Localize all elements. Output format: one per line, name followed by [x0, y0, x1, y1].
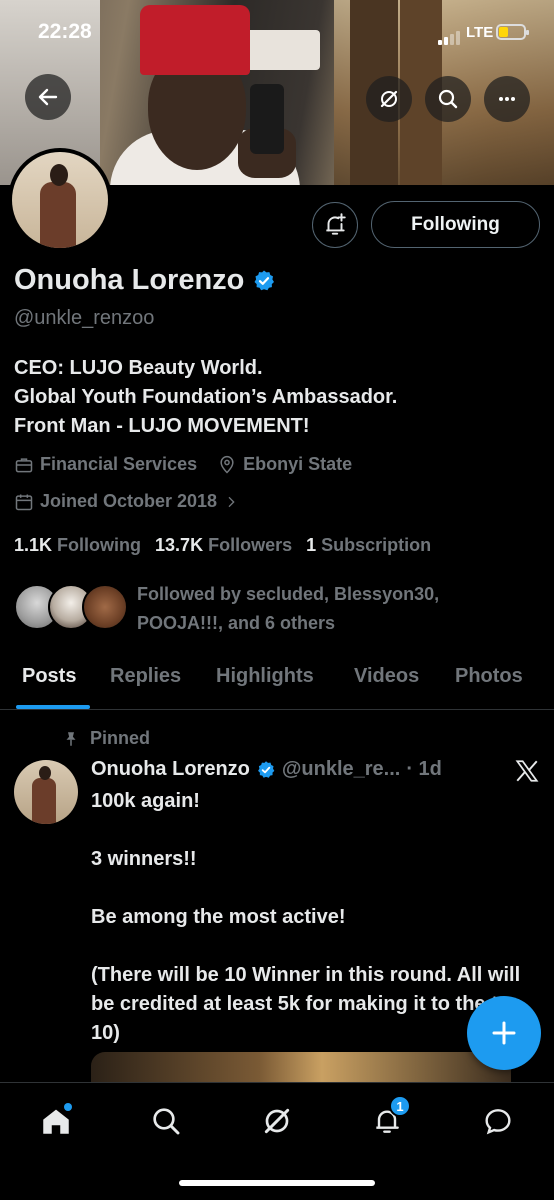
post-author-avatar[interactable]	[14, 760, 78, 824]
back-button[interactable]	[25, 74, 71, 120]
network-label: LTE	[466, 24, 494, 41]
subscriptions-stat[interactable]: 1 Subscription	[306, 535, 431, 556]
profile-joined: Joined October 2018	[40, 491, 218, 511]
profile-name-row: Onuoha Lorenzo	[14, 264, 276, 297]
nav-grok[interactable]	[257, 1101, 297, 1141]
battery-icon	[496, 24, 529, 40]
post-author-name[interactable]: Onuoha Lorenzo	[91, 758, 250, 781]
more-button[interactable]	[484, 76, 530, 122]
signal-icon	[438, 27, 462, 45]
chevron-right-icon	[228, 496, 235, 507]
profile-bio: CEO: LUJO Beauty World. Global Youth Fou…	[14, 354, 397, 441]
tab-videos[interactable]: Videos	[354, 665, 419, 688]
nav-notifications[interactable]: 1	[367, 1095, 411, 1141]
post-header: Onuoha Lorenzo @unkle_re... · 1d	[91, 758, 442, 781]
bio-line: CEO: LUJO Beauty World.	[14, 357, 263, 379]
verified-badge-icon	[257, 760, 275, 778]
bio-line: Front Man - LUJO MOVEMENT!	[14, 415, 310, 437]
active-tab-indicator	[16, 705, 90, 709]
more-icon	[499, 97, 515, 101]
grok-icon	[380, 90, 398, 108]
status-time: 22:28	[38, 20, 92, 43]
plus-icon	[492, 1021, 516, 1045]
followed-by-text[interactable]: Followed by secluded, Blessyon30, POOJA!…	[137, 580, 517, 638]
profile-meta: Financial Services Ebonyi State	[14, 454, 372, 475]
bio-line: Global Youth Foundation’s Ambassador.	[14, 386, 398, 408]
post-author-handle: @unkle_re...	[281, 758, 401, 780]
profile-handle: @unkle_renzoo	[14, 307, 155, 329]
tab-replies[interactable]: Replies	[110, 665, 181, 688]
bell-plus-icon	[326, 213, 346, 235]
nav-home[interactable]	[36, 1101, 76, 1141]
x-logo-icon	[514, 758, 540, 789]
mutual-followers-avatars[interactable]	[14, 584, 128, 634]
post-text: 100k again! 3 winners!! Be among the mos…	[91, 790, 522, 1044]
home-unread-dot	[64, 1103, 72, 1111]
home-indicator	[179, 1180, 375, 1186]
chat-bubble-icon	[485, 1109, 511, 1135]
notifications-subscribe-button[interactable]	[312, 202, 358, 248]
grok-button[interactable]	[366, 76, 412, 122]
profile-tabs: Posts Replies Highlights Videos Photos	[0, 660, 554, 710]
following-button[interactable]: Following	[371, 201, 540, 248]
compose-button[interactable]	[467, 996, 541, 1070]
joined-row[interactable]: Joined October 2018	[14, 491, 239, 512]
tab-photos[interactable]: Photos	[455, 665, 523, 688]
arrow-left-icon	[38, 88, 58, 106]
post-time: · 1d	[406, 758, 442, 780]
calendar-icon	[15, 494, 33, 510]
grok-icon	[264, 1108, 290, 1134]
avatar	[82, 584, 128, 630]
tab-highlights[interactable]: Highlights	[216, 665, 314, 688]
location-pin-icon	[220, 455, 234, 474]
profile-stats: 1.1K Following 13.7K Followers 1 Subscri…	[14, 535, 431, 556]
nav-messages[interactable]	[478, 1101, 518, 1141]
briefcase-icon	[15, 457, 33, 472]
notifications-badge: 1	[389, 1095, 411, 1117]
pinned-label: Pinned	[90, 728, 151, 748]
pinned-label-row: Pinned	[62, 728, 150, 749]
tab-posts[interactable]: Posts	[22, 665, 76, 688]
search-icon	[153, 1108, 180, 1135]
nav-search[interactable]	[146, 1101, 186, 1141]
profile-location: Ebonyi State	[243, 454, 353, 474]
verified-badge-icon	[254, 270, 275, 290]
search-button[interactable]	[425, 76, 471, 122]
profile-category: Financial Services	[40, 454, 198, 474]
profile-name: Onuoha Lorenzo	[14, 264, 245, 296]
followers-stat[interactable]: 13.7K Followers	[155, 535, 292, 556]
post-media-image[interactable]	[91, 1052, 511, 1082]
pin-icon	[66, 731, 76, 746]
following-stat[interactable]: 1.1K Following	[14, 535, 141, 556]
profile-avatar[interactable]	[8, 148, 112, 252]
search-icon	[438, 89, 458, 109]
